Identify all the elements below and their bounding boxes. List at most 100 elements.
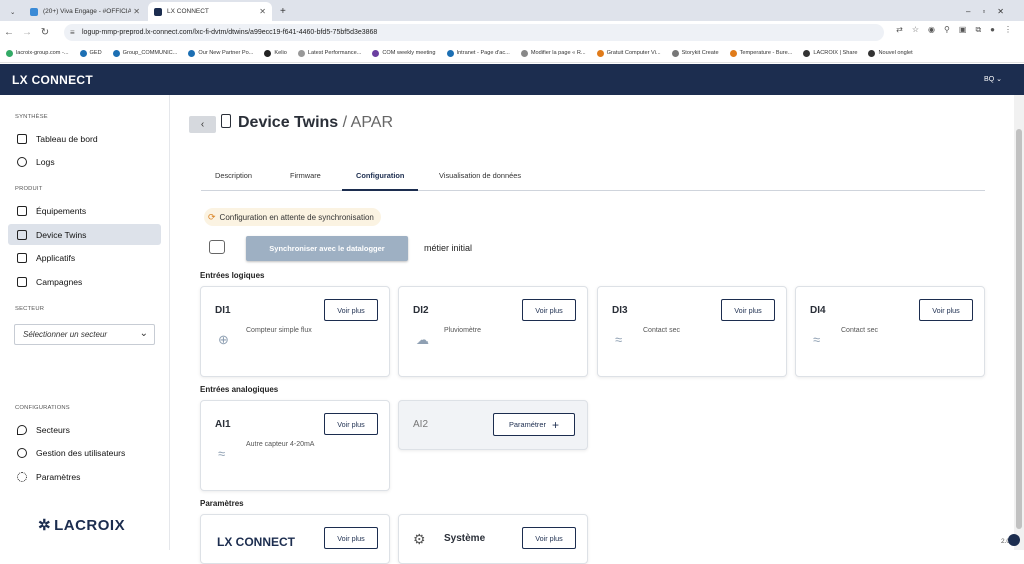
gear-icon: ⚙ — [413, 531, 426, 547]
sidebar-item-device-twins[interactable]: Device Twins — [8, 224, 161, 245]
sidebar-item-label: Paramètres — [36, 471, 81, 482]
close-tab-icon[interactable]: ✕ — [259, 7, 266, 16]
bookmark-item[interactable]: Nouvel onglet — [868, 49, 913, 57]
voir-plus-button[interactable]: Voir plus — [721, 299, 775, 321]
sidebar-item-label: Campagnes — [36, 276, 83, 287]
tab-firmware[interactable]: Firmware — [276, 171, 335, 191]
bookmark-item[interactable]: GED — [79, 49, 102, 57]
tab-visualisation[interactable]: Visualisation de données — [425, 171, 535, 191]
sidebar-item-gestion-utilisateurs[interactable]: Gestion des utilisateurs — [8, 442, 161, 463]
plus-icon: + — [551, 417, 559, 432]
bookmark-item[interactable]: Group_COMMUNIC... — [112, 49, 177, 57]
browser-tab-strip: ⌄ (20+) Viva Engage - #OFFICIAL ✕ LX CON… — [0, 0, 1024, 21]
user-icon — [17, 447, 27, 458]
sidebar-item-tableau-de-bord[interactable]: Tableau de bord — [8, 128, 161, 149]
site-info-icon[interactable]: ≡ — [70, 28, 75, 37]
browser-tab-viva[interactable]: (20+) Viva Engage - #OFFICIAL ✕ — [24, 2, 146, 21]
compass-icon — [17, 156, 27, 167]
bookmark-star-icon[interactable]: ☆ — [912, 25, 919, 35]
bookmark-item[interactable]: lacroix-group.com -... — [6, 49, 69, 57]
input-card-ai1: AI1 Voir plus Autre capteur 4-20mA ≈ — [200, 400, 390, 491]
close-tab-icon[interactable]: ✕ — [133, 7, 140, 16]
sync-datalogger-button[interactable]: Synchroniser avec le datalogger — [246, 236, 408, 261]
tab-configuration[interactable]: Configuration — [342, 171, 419, 191]
sidebar-item-label: Applicatifs — [36, 252, 76, 263]
section-label: PRODUIT — [15, 186, 43, 192]
sidebar-item-secteurs[interactable]: Secteurs — [8, 419, 161, 440]
url-field[interactable]: ≡ logup-mmp-preprod.lx-connect.com/lxc-f… — [64, 24, 884, 41]
sidebar-item-applicatifs[interactable]: Applicatifs — [8, 247, 161, 268]
sidebar: SYNTHÈSE Tableau de bord Logs PRODUIT Éq… — [0, 95, 170, 550]
bookmark-item[interactable]: Temperature - Bure... — [729, 49, 792, 57]
bookmarks-bar: lacroix-group.com -... GED Group_COMMUNI… — [0, 44, 1024, 63]
param-card-systeme: ⚙ Système Voir plus — [398, 514, 588, 564]
voir-plus-button[interactable]: Voir plus — [324, 413, 378, 435]
minimize-icon[interactable]: – — [966, 7, 970, 16]
sidebar-item-logs[interactable]: Logs — [8, 151, 161, 172]
user-menu[interactable]: BQ ⌄ — [984, 75, 1002, 83]
document-icon — [17, 276, 27, 287]
back-button[interactable]: ‹ — [189, 116, 216, 133]
copy-icon — [17, 252, 27, 263]
sidebar-item-label: Tableau de bord — [36, 133, 98, 144]
browser-toolbar-icons: ⇄ ☆ ◉ ⚲ ▣ ⧉ ● ⋮ — [896, 25, 1012, 35]
back-icon[interactable]: ← — [0, 27, 18, 38]
voir-plus-button[interactable]: Voir plus — [522, 527, 576, 549]
bookmark-item[interactable]: Kelio — [264, 49, 287, 57]
menu-dots-icon[interactable]: ⋮ — [1004, 25, 1012, 35]
lxconnect-logo: LX CONNECT — [217, 535, 295, 549]
device-icon — [17, 205, 27, 216]
scrollbar-thumb[interactable] — [1016, 129, 1022, 529]
voir-plus-button[interactable]: Voir plus — [919, 299, 973, 321]
address-bar-row: ← → ↻ ≡ logup-mmp-preprod.lx-connect.com… — [0, 21, 1024, 44]
group-title-analogiques: Entrées analogiques — [200, 385, 279, 394]
voir-plus-button[interactable]: Voir plus — [324, 299, 378, 321]
close-window-icon[interactable]: ✕ — [997, 7, 1004, 16]
input-description: Autre capteur 4-20mA — [246, 441, 315, 448]
sidebar-item-equipements[interactable]: Équipements — [8, 200, 161, 221]
device-icon — [17, 229, 27, 240]
page-title: Device Twins / APAR — [221, 114, 393, 132]
app-brand[interactable]: LX CONNECT — [12, 73, 93, 87]
reload-icon[interactable]: ↻ — [36, 27, 54, 38]
parametrer-button[interactable]: Paramétrer + — [493, 413, 575, 436]
bookmark-item[interactable]: Intranet - Page d'ac... — [446, 49, 510, 57]
extension-icon[interactable]: ▣ — [959, 25, 967, 35]
sidebar-item-parametres[interactable]: Paramètres — [8, 466, 161, 487]
rain-cloud-icon: ☁ — [416, 332, 429, 347]
window-controls: – ▫ ✕ — [960, 2, 1020, 21]
sidebar-item-campagnes[interactable]: Campagnes — [8, 271, 161, 292]
voir-plus-button[interactable]: Voir plus — [324, 527, 378, 549]
tab-list-button[interactable]: ⌄ — [4, 2, 18, 21]
page-scrollbar[interactable] — [1014, 95, 1024, 550]
bookmark-item[interactable]: COM weekly meeting — [372, 49, 436, 57]
bookmark-item[interactable]: Our New Partner Po... — [188, 49, 253, 57]
sector-select[interactable]: Sélectionner un secteur ⌄ — [14, 324, 155, 345]
translate-icon[interactable]: ⇄ — [896, 25, 903, 35]
parametrer-label: Paramétrer — [509, 420, 546, 429]
bookmark-item[interactable]: Latest Performance... — [297, 49, 361, 57]
voir-plus-button[interactable]: Voir plus — [522, 299, 576, 321]
lacroix-logo-text: LACROIX — [54, 517, 126, 534]
bookmark-item[interactable]: Storykit Create — [671, 49, 719, 57]
profile-avatar-icon[interactable]: ● — [990, 25, 995, 35]
extension-icon[interactable]: ◉ — [928, 25, 935, 35]
tab-bar: Description Firmware Configuration Visua… — [201, 171, 985, 191]
wave-icon: ≈ — [615, 332, 623, 347]
new-tab-button[interactable]: + — [274, 2, 290, 21]
bookmark-item[interactable]: LACROIX | Share — [803, 49, 857, 57]
input-card-di3: DI3 Voir plus Contact sec ≈ — [597, 286, 787, 377]
tab-description[interactable]: Description — [201, 171, 266, 191]
bookmark-item[interactable]: Gratuit Computer Vi... — [596, 49, 661, 57]
bookmark-item[interactable]: Modifier la page « R... — [520, 49, 586, 57]
main-content: ‹ Device Twins / APAR Description Firmwa… — [171, 95, 1014, 564]
extensions-puzzle-icon[interactable]: ⧉ — [975, 25, 981, 35]
help-icon[interactable] — [1008, 534, 1020, 546]
extension-icon[interactable]: ⚲ — [944, 25, 950, 35]
param-name: Système — [444, 533, 486, 544]
maximize-icon[interactable]: ▫ — [982, 7, 985, 16]
input-card-ai2: AI2 Paramétrer + — [398, 400, 588, 450]
browser-tab-lxconnect[interactable]: LX CONNECT ✕ — [148, 2, 272, 21]
forward-icon[interactable]: → — [18, 27, 36, 38]
chevron-down-icon: ⌄ — [139, 328, 148, 339]
